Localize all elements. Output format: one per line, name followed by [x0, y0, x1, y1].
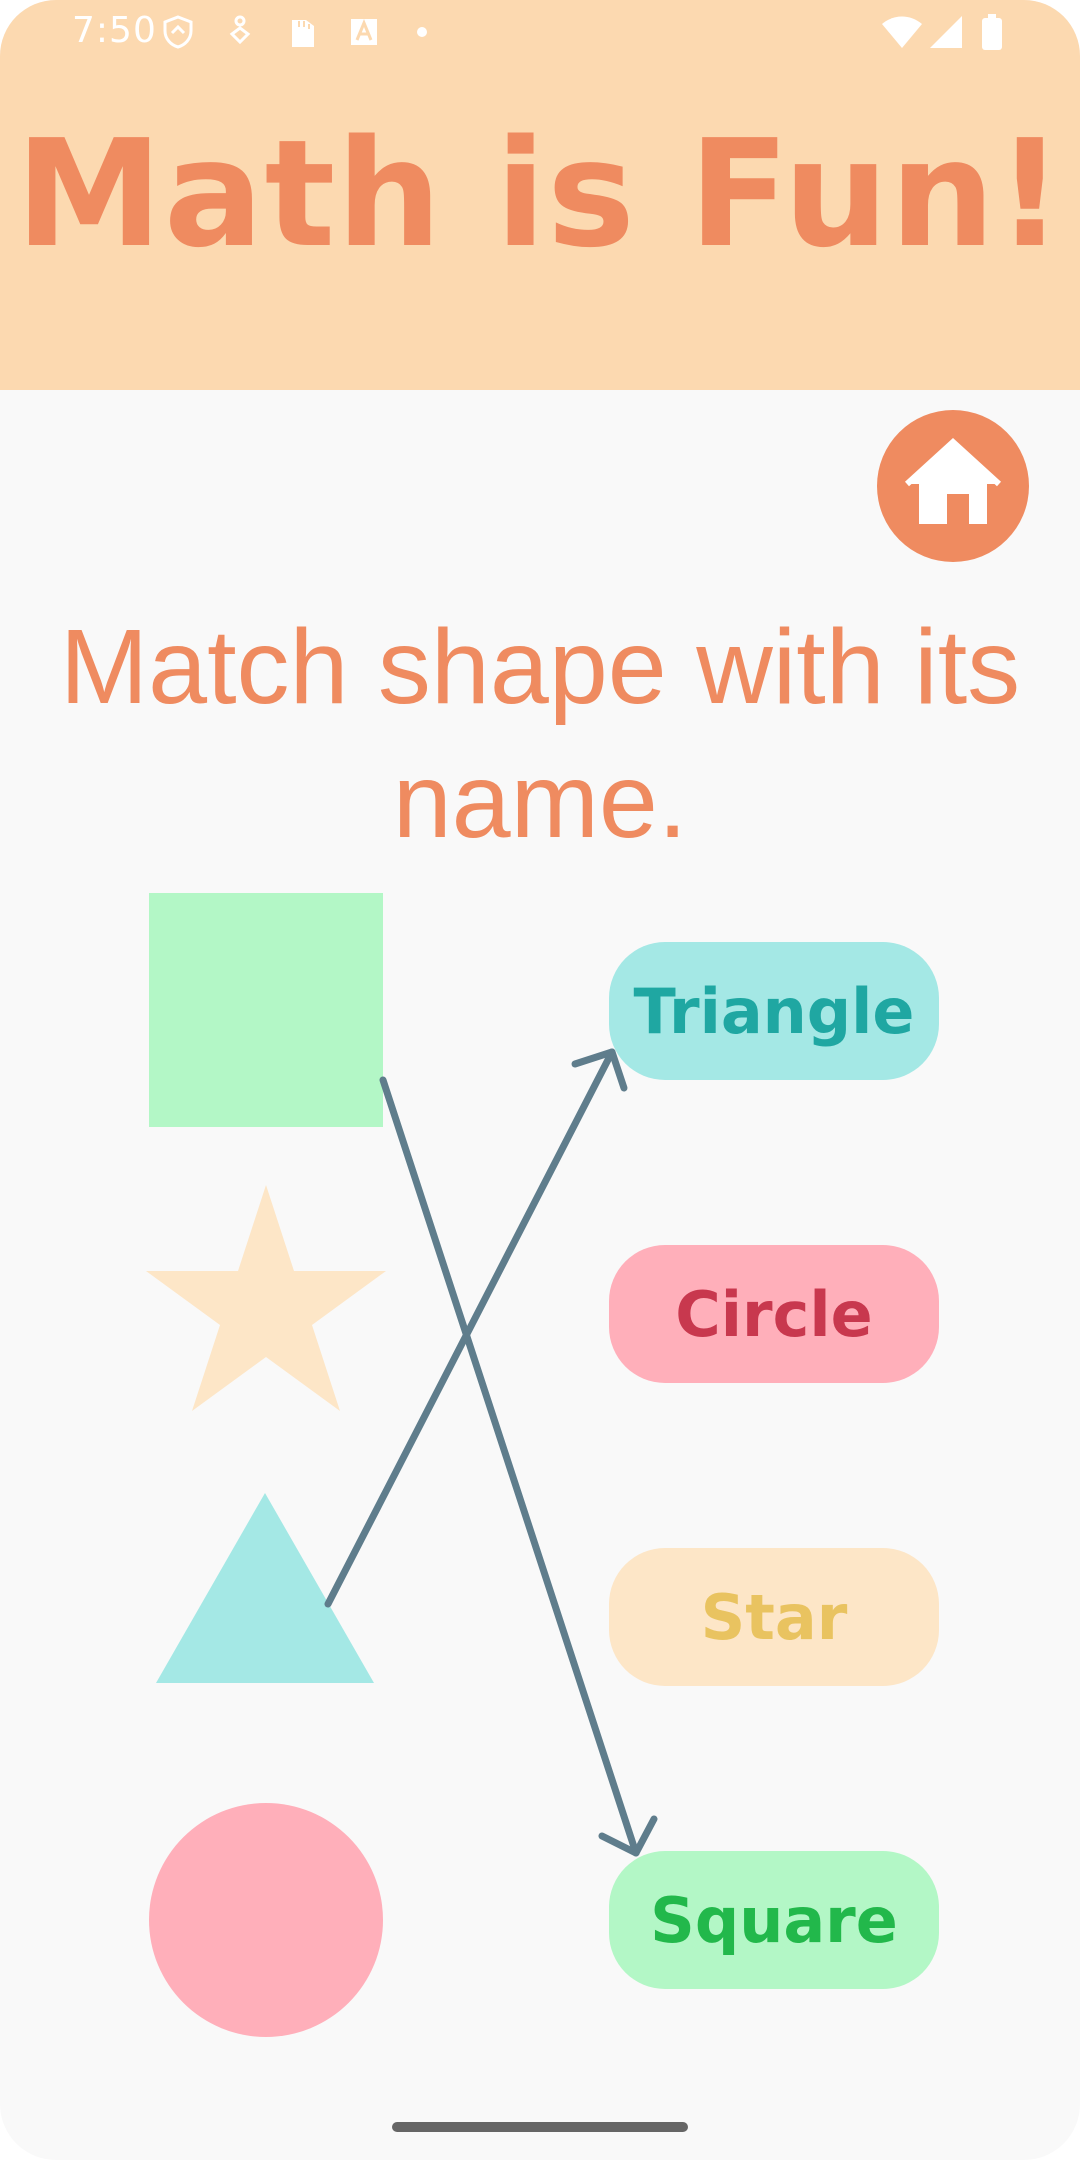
- status-bar: 7:50: [0, 0, 1080, 64]
- shape-circle[interactable]: [149, 1803, 383, 2037]
- instruction-line-1: Match shape with its: [59, 608, 1021, 726]
- status-time: 7:50: [72, 10, 157, 51]
- connector-square-to-square: [379, 1076, 640, 1857]
- shape-triangle[interactable]: [156, 1493, 374, 1683]
- accessibility-icon: [229, 15, 251, 45]
- instruction-line-2: name.: [392, 742, 688, 860]
- home-icon: [904, 437, 1002, 524]
- dot-icon: [417, 27, 427, 37]
- home-button[interactable]: [877, 410, 1029, 562]
- cellular-signal-icon: [930, 16, 962, 48]
- wifi-icon: [882, 16, 922, 48]
- arrowhead-icon: [571, 1048, 628, 1092]
- battery-icon: [982, 14, 1002, 50]
- font-icon: [351, 19, 377, 45]
- shape-square[interactable]: [149, 893, 383, 1127]
- screen: 7:50 Math is Fun! Match shape with its n…: [0, 0, 1080, 2160]
- arrowhead-icon: [598, 1815, 658, 1857]
- shield-icon: [163, 15, 193, 49]
- name-circle-button[interactable]: Circle: [609, 1245, 939, 1383]
- name-star-button[interactable]: Star: [609, 1548, 939, 1686]
- shape-star[interactable]: [146, 1185, 386, 1413]
- instruction-text: Match shape with its name.: [20, 600, 1060, 868]
- app-title: Math is Fun!: [15, 108, 1065, 280]
- sd-card-icon: [292, 20, 314, 47]
- gesture-navigation-handle[interactable]: [392, 2122, 688, 2132]
- name-triangle-button[interactable]: Triangle: [609, 942, 939, 1080]
- header: 7:50 Math is Fun!: [0, 0, 1080, 390]
- name-square-button[interactable]: Square: [609, 1851, 939, 1989]
